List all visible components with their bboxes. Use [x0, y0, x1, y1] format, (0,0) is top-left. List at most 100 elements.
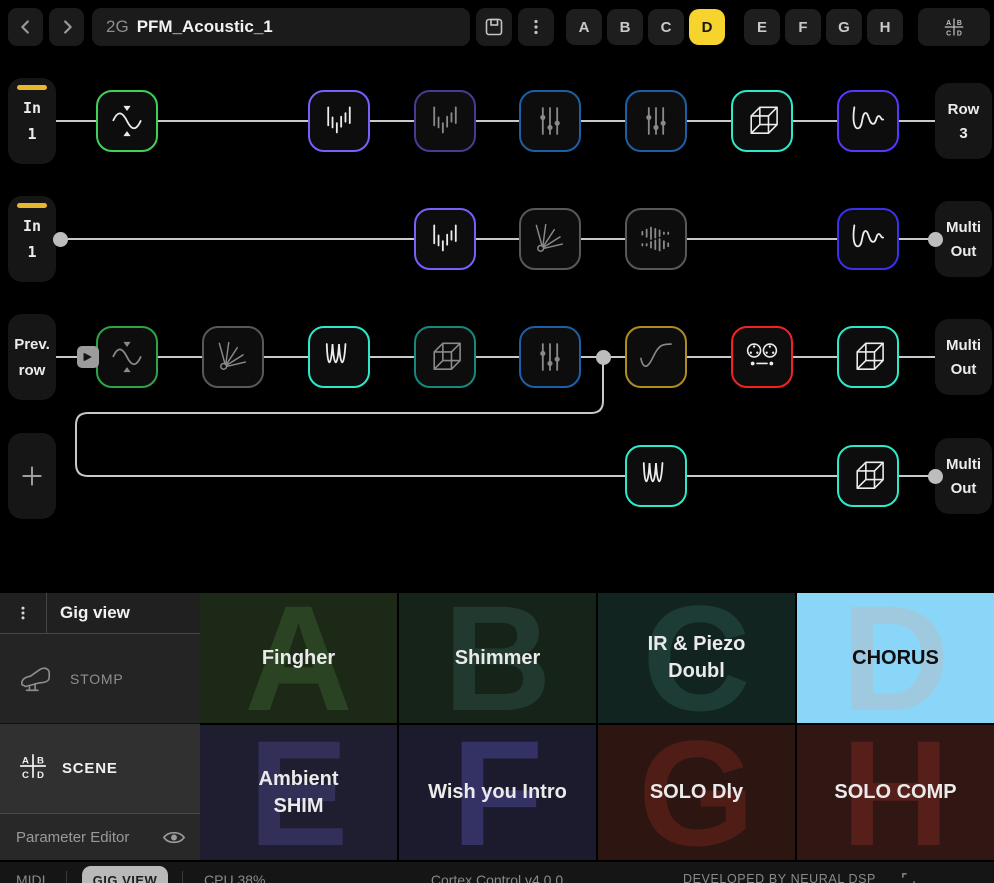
input-level-indicator	[17, 203, 47, 208]
row-output-label-line: Multi	[946, 457, 981, 472]
fx-block-cube[interactable]	[731, 90, 793, 152]
svg-text:B: B	[37, 755, 44, 766]
fx-block-cube[interactable]	[414, 326, 476, 388]
scene-button-c[interactable]: CIR & PiezoDoubl	[598, 593, 795, 723]
signal-grid: In1Row3In1MultiOutPrev.rowMultiOutMultiO…	[0, 56, 994, 593]
scene-mode-button[interactable]: ABCD	[918, 8, 990, 46]
scene-name: AmbientSHIM	[259, 766, 339, 820]
fx-block-reverb[interactable]	[414, 90, 476, 152]
row-output-label[interactable]: MultiOut	[935, 201, 992, 277]
fx-block-delay-wave[interactable]	[837, 208, 899, 270]
svg-text:D: D	[957, 30, 962, 37]
fullscreen-icon[interactable]	[901, 872, 916, 883]
row-output-label-line: Out	[951, 481, 977, 496]
back-button[interactable]	[8, 8, 43, 46]
fx-block-reverb[interactable]	[414, 208, 476, 270]
row-input-label[interactable]: Prev.row	[8, 314, 56, 400]
row-input-label-line: 1	[27, 245, 36, 260]
scene-button-h[interactable]: HSOLO COMP	[797, 725, 994, 860]
preset-slot-e[interactable]: E	[744, 9, 780, 45]
fx-block-spring[interactable]	[202, 326, 264, 388]
plus-icon	[19, 463, 45, 489]
row-output-label[interactable]: Multi Out	[935, 438, 992, 514]
preset-title-field[interactable]: 2G PFM_Acoustic_1	[92, 8, 470, 46]
fx-block-gate[interactable]	[96, 326, 158, 388]
fx-block-tape[interactable]	[731, 326, 793, 388]
preset-slot-g[interactable]: G	[826, 9, 862, 45]
row-output-label-line: Row	[948, 102, 980, 117]
fx-block-reverb[interactable]	[308, 90, 370, 152]
preset-bank: 2G	[106, 17, 129, 37]
fx-block-cube[interactable]	[837, 326, 899, 388]
divider	[66, 871, 67, 883]
row-output-label-line: 3	[959, 126, 967, 141]
row-input-label-line: 1	[27, 127, 36, 142]
wire-junction-dot	[53, 232, 68, 247]
tab-stomp[interactable]: STOMP	[0, 634, 200, 724]
kebab-icon	[15, 604, 31, 622]
eq-icon	[633, 98, 679, 144]
fx-block-gate[interactable]	[96, 90, 158, 152]
stomp-shoe-icon	[18, 663, 56, 695]
row-input-label[interactable]: In1	[8, 78, 56, 164]
chorus-icon	[316, 334, 362, 380]
chorus-icon	[633, 453, 679, 499]
reverb-icon	[316, 98, 362, 144]
preset-slot-d[interactable]: D	[689, 9, 725, 45]
row-output-label[interactable]: Row 3	[935, 83, 992, 159]
fx-block-vocoder[interactable]	[625, 208, 687, 270]
preset-slot-a[interactable]: A	[566, 9, 602, 45]
cpu-usage: CPU 38%	[204, 872, 265, 883]
row-input-label-line: Prev.	[14, 337, 50, 352]
scene-label: SCENE	[62, 760, 118, 777]
spring-icon	[527, 216, 573, 262]
svg-text:A: A	[946, 20, 951, 27]
scene-name-line: CHORUS	[852, 645, 939, 672]
scene-name-line: Shimmer	[455, 645, 541, 672]
preset-slot-c[interactable]: C	[648, 9, 684, 45]
fx-block-eq[interactable]	[519, 90, 581, 152]
gig-view-tab[interactable]: GIG VIEW	[82, 866, 168, 883]
gig-menu-button[interactable]	[0, 593, 47, 633]
fx-block-spring[interactable]	[519, 208, 581, 270]
scene-name: Wish you Intro	[428, 779, 567, 806]
reverb-icon	[422, 98, 468, 144]
cube-icon	[739, 98, 785, 144]
scene-button-b[interactable]: BShimmer	[399, 593, 596, 723]
stomp-label: STOMP	[70, 671, 124, 687]
preset-slot-h[interactable]: H	[867, 9, 903, 45]
fx-block-curve[interactable]	[625, 326, 687, 388]
row-input-node[interactable]	[77, 346, 99, 368]
preset-slot-f[interactable]: F	[785, 9, 821, 45]
fx-block-chorus[interactable]	[625, 445, 687, 507]
scene-button-g[interactable]: GSOLO Dly	[598, 725, 795, 860]
scene-button-a[interactable]: AFingher	[200, 593, 397, 723]
scene-name-line: Doubl	[648, 658, 746, 685]
add-row-button[interactable]	[8, 433, 56, 519]
scene-name-line: Fingher	[262, 645, 335, 672]
scene-button-d-active[interactable]: DCHORUS	[797, 593, 994, 723]
row-input-label[interactable]: In 1	[8, 196, 56, 282]
scene-button-e[interactable]: EAmbientSHIM	[200, 725, 397, 860]
gig-view-sidebar: Gig view STOMP ABCD SCENE Parameter Edit…	[0, 593, 200, 860]
preset-slot-b[interactable]: B	[607, 9, 643, 45]
scene-button-f[interactable]: FWish you Intro	[399, 725, 596, 860]
fx-block-delay-wave[interactable]	[837, 90, 899, 152]
row-input-label-line: In	[23, 219, 41, 234]
row-output-label[interactable]: MultiOut	[935, 319, 992, 395]
tab-scene[interactable]: ABCD SCENE	[0, 724, 200, 813]
fx-block-chorus[interactable]	[308, 326, 370, 388]
fx-block-eq[interactable]	[625, 90, 687, 152]
gig-view-header: Gig view	[0, 593, 200, 634]
scene-grid: AFingherBShimmerCIR & PiezoDoublDCHORUS E…	[200, 593, 994, 860]
save-button[interactable]	[476, 8, 512, 46]
fx-block-eq[interactable]	[519, 326, 581, 388]
cube-icon	[845, 334, 891, 380]
fx-block-cube[interactable]	[837, 445, 899, 507]
svg-text:D: D	[37, 770, 44, 780]
forward-button[interactable]	[49, 8, 84, 46]
panel-title: Gig view	[47, 593, 130, 633]
more-menu-button[interactable]	[518, 8, 554, 46]
parameter-editor-toggle[interactable]: Parameter Editor	[0, 813, 200, 860]
scene-name: IR & PiezoDoubl	[648, 631, 746, 685]
